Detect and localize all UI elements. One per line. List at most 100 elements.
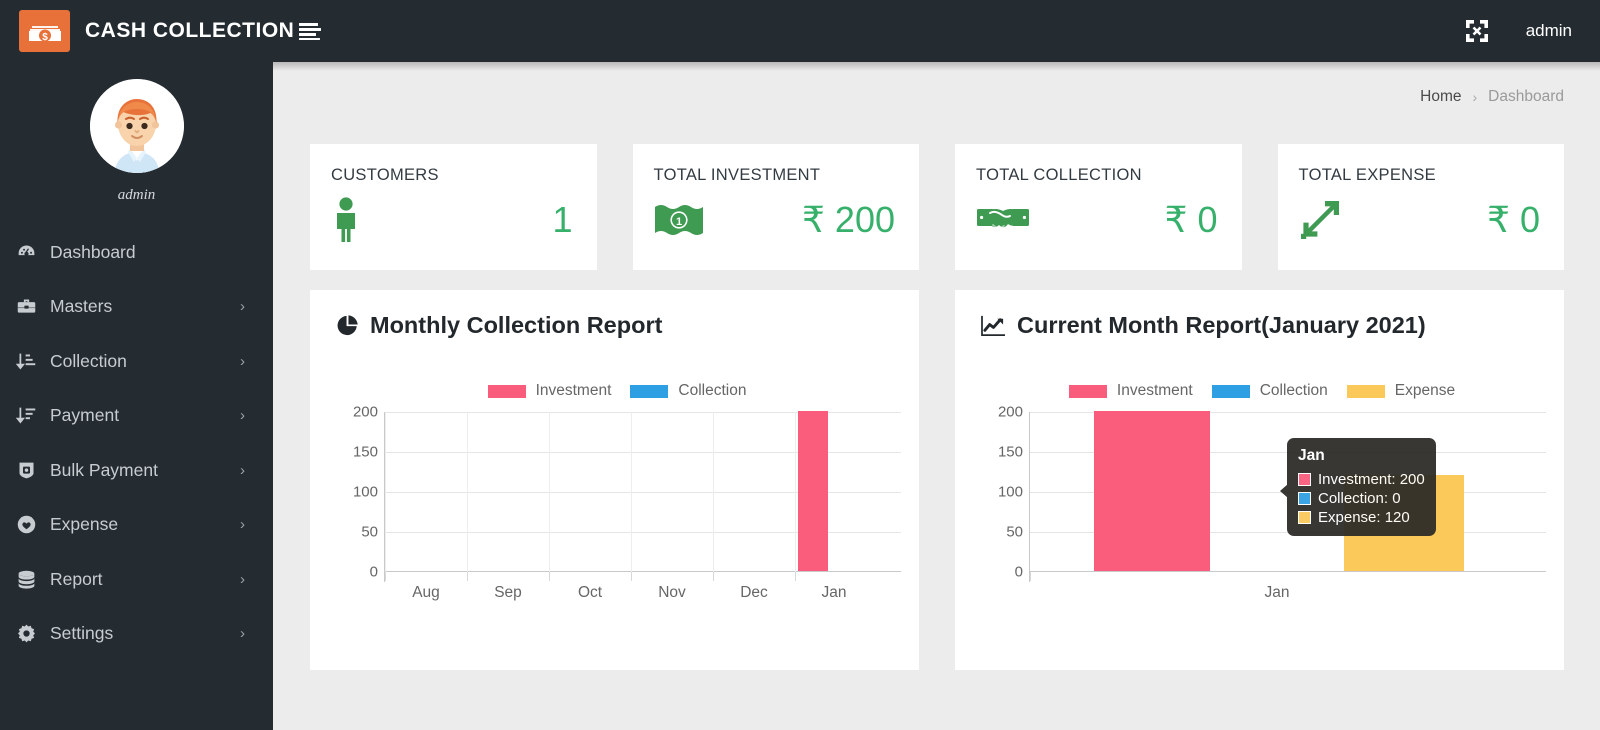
x-axis-labels: Aug Sep Oct Nov Dec Jan xyxy=(384,584,901,608)
y-tick-label: 200 xyxy=(352,403,378,421)
legend-item-investment[interactable]: Investment xyxy=(1067,382,1193,400)
x-tick xyxy=(713,412,714,572)
chart-monthly-collection[interactable]: Investment Collection 200 150 100 50 0 A… xyxy=(332,379,901,629)
chart-legend: Investment Collection Expense xyxy=(977,379,1546,403)
gear-icon xyxy=(16,623,50,644)
bar-jan-investment[interactable] xyxy=(798,411,828,571)
stat-card-customers[interactable]: CUSTOMERS 1 xyxy=(310,144,597,270)
chart-tooltip: Jan Investment: 200 Collection: 0 Expens… xyxy=(1280,438,1436,536)
x-axis-tick-mark xyxy=(795,572,796,581)
stat-card-body: 1 ₹ 200 xyxy=(654,197,895,243)
tooltip-text: Collection: 0 xyxy=(1318,490,1401,507)
brand[interactable]: $ CASH COLLECTION xyxy=(0,0,294,62)
top-navbar: $ CASH COLLECTION admin xyxy=(0,0,1600,62)
panel-title: Current Month Report(January 2021) xyxy=(1017,312,1426,338)
hamburger-icon[interactable] xyxy=(293,14,327,48)
sidebar: admin Dashboard Masters › Collection › P… xyxy=(0,62,273,730)
x-tick-label: Sep xyxy=(494,584,522,601)
legend-label: Expense xyxy=(1394,382,1456,399)
pie-chart-icon xyxy=(336,314,359,337)
stat-card-title: TOTAL EXPENSE xyxy=(1298,166,1436,184)
legend-swatch xyxy=(486,383,527,399)
y-tick-label: 100 xyxy=(352,483,378,501)
legend-item-investment[interactable]: Investment xyxy=(486,382,612,400)
stat-cards-row: CUSTOMERS 1 TOTAL INVESTMENT 1 ₹ 200 TOT… xyxy=(273,106,1600,270)
brand-title: CASH COLLECTION xyxy=(85,19,295,42)
tooltip-swatch xyxy=(1298,511,1311,524)
sidebar-profile-name: admin xyxy=(117,187,156,203)
chart-grid: Jan Investment: 200 Collection: 0 Expens… xyxy=(1029,411,1546,582)
x-tick xyxy=(549,412,550,572)
breadcrumb-separator: › xyxy=(1472,89,1478,105)
sort-amount-icon xyxy=(16,351,50,372)
y-axis-labels: 200 150 100 50 0 xyxy=(977,404,1023,581)
panel-monthly-collection-report: Monthly Collection Report Investment Col… xyxy=(310,290,919,670)
y-tick-label: 200 xyxy=(997,403,1023,421)
legend-label: Collection xyxy=(1259,382,1328,399)
sidebar-item-dashboard[interactable]: Dashboard xyxy=(0,225,273,280)
x-tick-label: Jan xyxy=(821,584,847,601)
breadcrumb-home[interactable]: Home xyxy=(1420,88,1461,106)
stat-card-total-expense[interactable]: TOTAL EXPENSE ₹ 0 xyxy=(1277,144,1564,270)
stat-card-title: TOTAL INVESTMENT xyxy=(653,166,821,184)
sidebar-item-expense[interactable]: Expense › xyxy=(0,498,273,553)
x-axis-tick-mark xyxy=(549,572,550,581)
y-tick-label: 0 xyxy=(1014,563,1023,581)
stat-card-value: ₹ 200 xyxy=(802,199,895,240)
stat-card-total-collection[interactable]: TOTAL COLLECTION ₹ 0 xyxy=(955,144,1242,270)
sidebar-item-collection[interactable]: Collection › xyxy=(0,334,273,389)
sidebar-item-settings[interactable]: Settings › xyxy=(0,607,273,662)
y-tick-label: 100 xyxy=(997,483,1023,501)
breadcrumb-current: Dashboard xyxy=(1488,88,1564,105)
stat-card-value: ₹ 0 xyxy=(1164,199,1218,240)
navbar-user-menu[interactable]: admin xyxy=(1526,21,1572,41)
chevron-right-icon: › xyxy=(240,298,245,316)
legend-item-collection[interactable]: Collection xyxy=(629,382,746,400)
banknote-icon: 1 xyxy=(654,197,708,243)
x-axis-tick-mark xyxy=(385,572,386,581)
stat-card-total-investment[interactable]: TOTAL INVESTMENT 1 ₹ 200 xyxy=(632,144,919,270)
tooltip-text: Investment: 200 xyxy=(1318,471,1425,488)
panel-header: Current Month Report(January 2021) xyxy=(977,312,1546,339)
avatar[interactable] xyxy=(89,79,184,173)
tooltip-row-collection: Collection: 0 xyxy=(1298,490,1425,507)
database-icon xyxy=(16,569,50,590)
arrows-expand-icon xyxy=(1299,197,1353,243)
x-tick xyxy=(467,412,468,572)
panel-header: Monthly Collection Report xyxy=(332,312,901,339)
tooltip-row-investment: Investment: 200 xyxy=(1298,471,1425,488)
chart-panels-row: Monthly Collection Report Investment Col… xyxy=(273,270,1600,670)
x-axis-tick-mark xyxy=(467,572,468,581)
legend-item-expense[interactable]: Expense xyxy=(1345,382,1456,400)
y-tick-label: 0 xyxy=(369,563,378,581)
line-chart-icon xyxy=(981,314,1006,337)
x-tick-label: Dec xyxy=(740,584,768,601)
main-content: Home › Dashboard CUSTOMERS 1 TOTAL INVES… xyxy=(273,62,1600,730)
chevron-right-icon: › xyxy=(240,407,245,425)
x-axis-tick-mark xyxy=(1030,572,1031,581)
legend-swatch xyxy=(629,383,670,399)
money-stack-icon: $ xyxy=(19,10,70,52)
x-tick-label: Nov xyxy=(658,584,686,601)
navbar-right: admin xyxy=(1464,18,1600,44)
tooltip-swatch xyxy=(1298,473,1311,486)
legend-swatch xyxy=(1067,383,1108,399)
sidebar-item-report[interactable]: Report › xyxy=(0,552,273,607)
x-tick-label: Oct xyxy=(577,584,603,601)
y-tick-label: 50 xyxy=(361,523,378,541)
x-tick-label: Aug xyxy=(412,584,440,601)
x-axis-line xyxy=(384,571,901,572)
bar-jan-investment[interactable] xyxy=(1094,411,1210,571)
sidebar-item-label: Bulk Payment xyxy=(50,459,158,480)
chart-legend: Investment Collection xyxy=(332,379,901,403)
sidebar-item-bulk-payment[interactable]: Bulk Payment › xyxy=(0,443,273,498)
chart-current-month[interactable]: Investment Collection Expense 200 150 10… xyxy=(977,379,1546,629)
legend-label: Investment xyxy=(535,382,612,399)
sidebar-item-payment[interactable]: Payment › xyxy=(0,389,273,444)
chevron-right-icon: › xyxy=(240,352,245,370)
sidebar-item-masters[interactable]: Masters › xyxy=(0,280,273,335)
expand-arrows-icon[interactable] xyxy=(1464,18,1490,44)
sidebar-item-label: Collection xyxy=(50,350,127,371)
sidebar-item-label: Report xyxy=(50,568,103,589)
legend-item-collection[interactable]: Collection xyxy=(1210,382,1328,400)
